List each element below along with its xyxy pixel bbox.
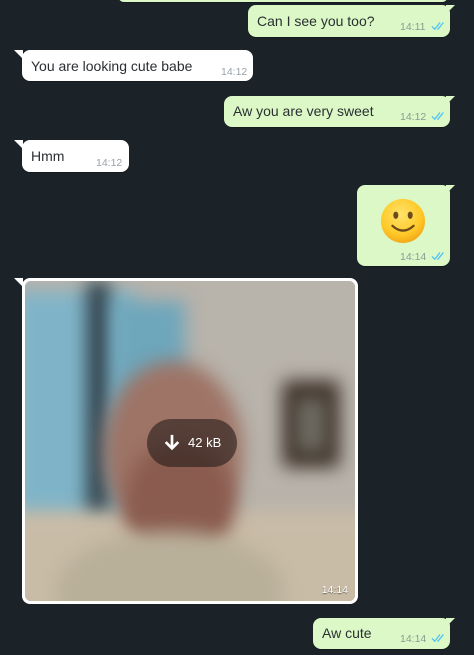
- message-bubble-incoming-photo[interactable]: 42 kB 14:14: [22, 278, 358, 604]
- chat-messages-area[interactable]: Can I see you too? 14:11 You are looking…: [0, 0, 474, 655]
- bubble-tail: [446, 185, 455, 194]
- read-double-tick-icon: [431, 22, 444, 31]
- message-bubble-outgoing-partial: [118, 0, 448, 2]
- bubble-tail: [14, 50, 23, 59]
- message-text: Hmm: [31, 148, 65, 164]
- message-time: 14:11: [400, 21, 426, 33]
- bubble-tail: [446, 96, 455, 105]
- read-double-tick-icon: [431, 112, 444, 121]
- bubble-tail: [14, 140, 23, 149]
- message-bubble-outgoing[interactable]: Can I see you too? 14:11: [248, 5, 450, 37]
- download-arrow-icon: [164, 434, 180, 451]
- message-time: 14:12: [221, 66, 248, 78]
- blurred-photo-thumbnail[interactable]: 42 kB 14:14: [25, 281, 355, 601]
- message-text: You are looking cute babe: [31, 58, 193, 74]
- slightly-smiling-face-emoji: [380, 198, 426, 244]
- bubble-tail: [446, 5, 455, 14]
- download-button[interactable]: 42 kB: [147, 419, 237, 467]
- photo-frame-inner: [295, 397, 327, 453]
- message-time: 14:14: [400, 251, 427, 263]
- message-text: Can I see you too?: [257, 13, 375, 29]
- message-bubble-outgoing[interactable]: Aw you are very sweet 14:12: [224, 96, 450, 127]
- message-bubble-incoming[interactable]: Hmm 14:12: [22, 140, 129, 172]
- bubble-tail: [446, 618, 455, 627]
- message-time: 14:12: [96, 157, 123, 169]
- read-double-tick-icon: [431, 252, 444, 261]
- message-time: 14:12: [400, 111, 427, 123]
- message-text: Aw cute: [322, 625, 372, 641]
- message-bubble-outgoing[interactable]: Aw cute 14:14: [313, 618, 450, 649]
- message-text: Aw you are very sweet: [233, 103, 374, 119]
- read-double-tick-icon: [431, 634, 444, 643]
- photo-window-frame: [87, 281, 109, 521]
- message-time: 14:14: [321, 584, 348, 596]
- message-bubble-incoming[interactable]: You are looking cute babe 14:12: [22, 50, 253, 81]
- message-bubble-outgoing-emoji[interactable]: 14:14: [357, 185, 450, 266]
- download-size: 42 kB: [188, 435, 222, 450]
- message-time: 14:14: [400, 633, 427, 645]
